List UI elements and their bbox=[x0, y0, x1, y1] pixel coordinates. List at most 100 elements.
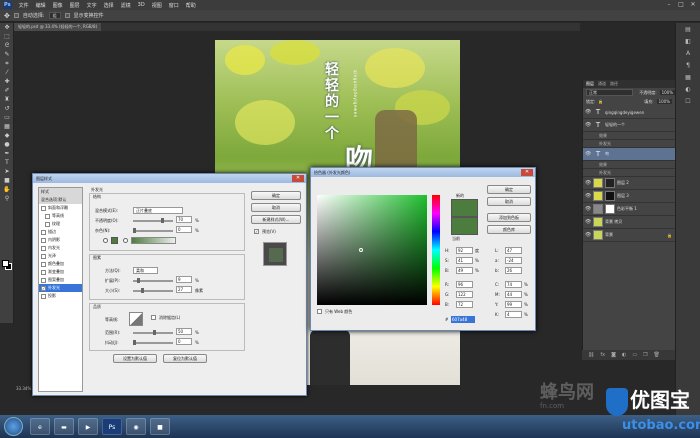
move-tool-icon[interactable]: ✥ bbox=[0, 23, 14, 32]
layer-effect-row[interactable]: 外发光 bbox=[583, 169, 675, 177]
layer-row[interactable]: 👁 Tqingqingdeyigewen bbox=[583, 106, 675, 119]
style-item[interactable]: 描边 bbox=[39, 228, 82, 236]
color-swatches[interactable] bbox=[2, 260, 12, 270]
path-select-icon[interactable]: ➤ bbox=[0, 167, 14, 176]
noise-slider[interactable] bbox=[133, 228, 173, 233]
document-tab[interactable]: 轻轻的.psd @ 33.4% (轻轻的一个, RGB/8) bbox=[14, 23, 102, 31]
checkbox-checked[interactable]: ✓ bbox=[41, 285, 46, 291]
layer-effect-row[interactable]: 外发光 bbox=[583, 140, 675, 148]
opacity-slider[interactable] bbox=[133, 218, 173, 223]
checkbox[interactable] bbox=[41, 261, 46, 267]
size-slider[interactable] bbox=[133, 288, 173, 293]
style-item-selected[interactable]: ✓ 外发光 bbox=[39, 284, 82, 292]
opacity-input[interactable]: 70 bbox=[176, 216, 192, 223]
checkbox[interactable] bbox=[41, 253, 46, 259]
checkbox[interactable] bbox=[41, 269, 46, 275]
range-slider[interactable] bbox=[133, 330, 173, 335]
lock-icon[interactable]: 🔒 bbox=[598, 99, 603, 104]
lasso-tool-icon[interactable]: ᘓ bbox=[0, 41, 14, 50]
menu-filter[interactable]: 滤镜 bbox=[121, 2, 131, 9]
lab-a-input[interactable]: -24 bbox=[505, 257, 522, 264]
cmyk-m-input[interactable]: 44 bbox=[505, 291, 522, 298]
zoom-level[interactable]: 33.34% bbox=[16, 386, 31, 391]
style-item[interactable]: 斜面和浮雕 bbox=[39, 204, 82, 212]
properties-icon[interactable]: ◧ bbox=[676, 35, 700, 47]
layer-row[interactable]: 👁 背景 拷贝 bbox=[583, 216, 675, 229]
color-libraries-button[interactable]: 颜色库 bbox=[487, 225, 531, 234]
layer-effects-row[interactable]: 效果 bbox=[583, 161, 675, 169]
checkbox[interactable] bbox=[45, 213, 50, 219]
cancel-button[interactable]: 取消 bbox=[487, 197, 531, 206]
glow-gradient-picker[interactable] bbox=[131, 237, 176, 244]
move-tool-icon[interactable]: ✥ bbox=[4, 12, 10, 20]
preview-checkbox[interactable]: ✓ bbox=[254, 229, 259, 234]
checkbox[interactable] bbox=[41, 293, 46, 299]
browser-icon[interactable]: ◉ bbox=[126, 418, 146, 435]
menu-window[interactable]: 窗口 bbox=[169, 2, 179, 9]
tab-paths[interactable]: 路径 bbox=[610, 81, 618, 87]
style-item[interactable]: 光泽 bbox=[39, 252, 82, 260]
character-icon[interactable]: A bbox=[676, 47, 700, 59]
hsb-h-input[interactable]: 92 bbox=[456, 247, 473, 254]
layer-row[interactable]: 👁 图层 3 bbox=[583, 190, 675, 203]
size-input[interactable]: 27 bbox=[176, 286, 192, 293]
checkbox[interactable] bbox=[41, 277, 46, 283]
close-icon[interactable]: ✕ bbox=[292, 175, 304, 182]
jitter-input[interactable]: 0 bbox=[176, 338, 192, 345]
hex-input[interactable]: 607a48 bbox=[451, 316, 475, 323]
web-only-checkbox[interactable] bbox=[317, 309, 322, 314]
style-item[interactable]: 等高线 bbox=[39, 212, 82, 220]
eye-icon[interactable]: 👁 bbox=[585, 122, 591, 128]
style-list-header[interactable]: 样式 bbox=[39, 188, 82, 196]
hsb-s-input[interactable]: 41 bbox=[456, 257, 473, 264]
ok-button[interactable]: 确定 bbox=[251, 191, 301, 200]
style-item[interactable]: 内发光 bbox=[39, 244, 82, 252]
glow-color-swatch[interactable] bbox=[111, 237, 118, 244]
checkbox[interactable] bbox=[41, 237, 46, 243]
tab-channels[interactable]: 通道 bbox=[598, 81, 606, 87]
new-style-button[interactable]: 新建样式(W)... bbox=[251, 215, 301, 224]
cmyk-c-input[interactable]: 74 bbox=[505, 281, 522, 288]
jitter-slider[interactable] bbox=[133, 340, 173, 345]
trash-icon[interactable]: 🗑 bbox=[654, 352, 660, 358]
fill-value[interactable]: 100% bbox=[656, 99, 672, 104]
reset-default-button[interactable]: 复位为默认值 bbox=[163, 354, 207, 363]
cancel-button[interactable]: 取消 bbox=[251, 203, 301, 212]
type-tool-icon[interactable]: T bbox=[0, 158, 14, 167]
blur-tool-icon[interactable]: ◆ bbox=[0, 131, 14, 140]
hand-tool-icon[interactable]: ✋ bbox=[0, 185, 14, 194]
swatches-icon[interactable]: ▦ bbox=[676, 71, 700, 83]
eye-icon[interactable]: 👁 bbox=[585, 193, 591, 199]
menu-image[interactable]: 图像 bbox=[53, 2, 63, 9]
style-item[interactable]: 内阴影 bbox=[39, 236, 82, 244]
crop-tool-icon[interactable]: ⌗ bbox=[0, 59, 14, 68]
opacity-value[interactable]: 100% bbox=[659, 90, 675, 95]
eraser-tool-icon[interactable]: ▭ bbox=[0, 113, 14, 122]
menu-edit[interactable]: 编辑 bbox=[36, 2, 46, 9]
eye-icon[interactable]: 👁 bbox=[585, 206, 591, 212]
paragraph-icon[interactable]: ¶ bbox=[676, 59, 700, 71]
spread-input[interactable]: 9 bbox=[176, 276, 192, 283]
adjustments-icon[interactable]: ◐ bbox=[676, 83, 700, 95]
eye-icon[interactable]: 👁 bbox=[585, 232, 591, 238]
layer-row[interactable]: 👁 背景 🔒 bbox=[583, 229, 675, 242]
healing-tool-icon[interactable]: ✚ bbox=[0, 77, 14, 86]
style-item[interactable]: 渐变叠加 bbox=[39, 268, 82, 276]
folder-icon[interactable]: ▭ bbox=[632, 352, 637, 358]
solid-color-radio[interactable] bbox=[103, 238, 108, 243]
rgb-g-input[interactable]: 122 bbox=[456, 291, 473, 298]
pen-tool-icon[interactable]: ✒ bbox=[0, 149, 14, 158]
photoshop-task-icon[interactable]: Ps bbox=[102, 418, 122, 435]
spread-slider[interactable] bbox=[133, 278, 173, 283]
range-input[interactable]: 50 bbox=[176, 328, 192, 335]
style-item-blending[interactable]: 混合选项:默认 bbox=[39, 196, 82, 204]
menu-type[interactable]: 文字 bbox=[87, 2, 97, 9]
layer-row[interactable]: 👁 色彩平衡 1 bbox=[583, 203, 675, 216]
adjustment-layer-icon[interactable]: ◐ bbox=[622, 352, 626, 358]
current-color-swatch[interactable] bbox=[451, 217, 478, 235]
foreground-color[interactable] bbox=[2, 260, 9, 267]
lab-b-input[interactable]: 26 bbox=[505, 267, 522, 274]
tab-layers[interactable]: 图层 bbox=[586, 81, 594, 87]
technique-select[interactable]: 柔和 bbox=[133, 267, 158, 274]
stamp-tool-icon[interactable]: ♜ bbox=[0, 95, 14, 104]
